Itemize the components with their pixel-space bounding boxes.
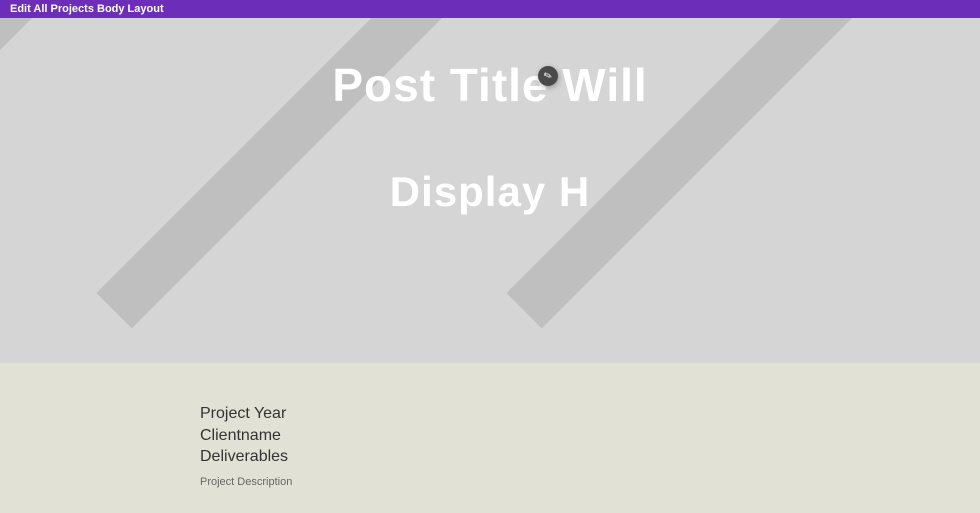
top-bar: Edit All Projects Body Layout xyxy=(0,0,980,18)
hero-title-line2: Display H xyxy=(0,168,980,216)
editor-canvas: Post Title Will Display H Project Year C… xyxy=(0,18,980,513)
meta-deliverables: Deliverables xyxy=(200,446,980,468)
top-bar-title: Edit All Projects Body Layout xyxy=(10,3,164,15)
meta-description: Project Description xyxy=(200,476,980,488)
wrench-icon: ✎ xyxy=(542,69,554,82)
hero-title-line1: Post Title Will xyxy=(0,58,980,112)
hero-section: Post Title Will Display H xyxy=(0,18,980,363)
project-meta-section: Project Year Clientname Deliverables Pro… xyxy=(0,363,980,513)
meta-client: Clientname xyxy=(200,425,980,447)
meta-year: Project Year xyxy=(200,403,980,425)
